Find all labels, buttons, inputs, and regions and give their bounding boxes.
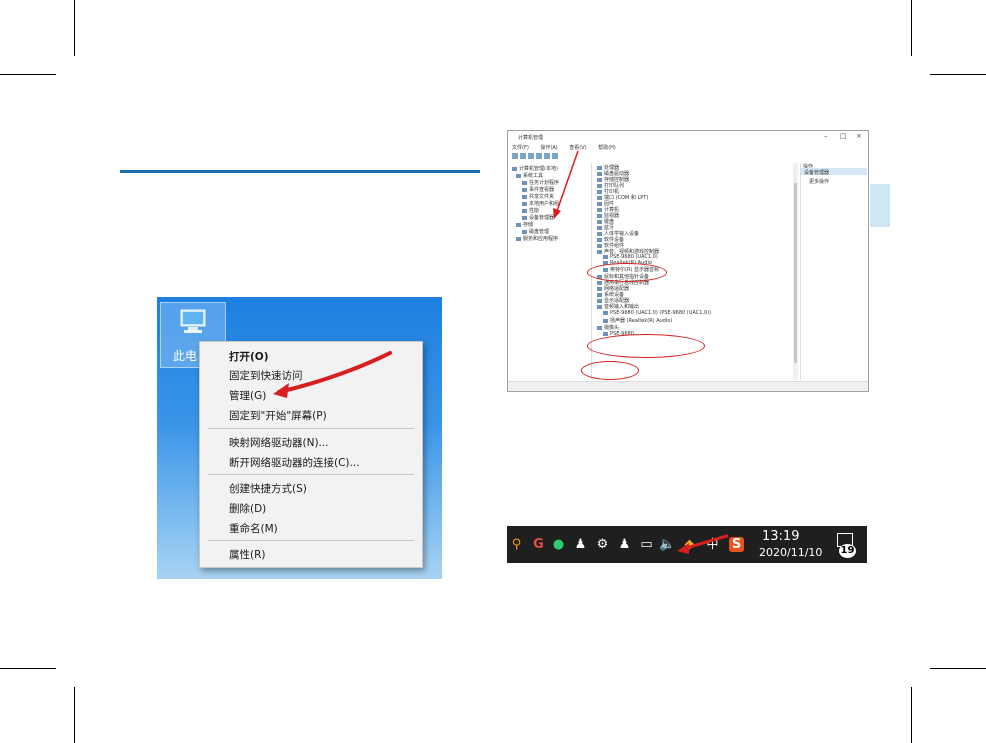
crop-mark	[74, 0, 75, 56]
section-rule	[120, 170, 480, 173]
crop-mark	[0, 74, 56, 75]
crop-mark	[911, 687, 912, 743]
side-tab	[870, 184, 890, 227]
red-arrow-annotation	[677, 534, 729, 554]
crop-mark	[74, 687, 75, 743]
red-arrow-annotation	[273, 351, 392, 398]
desktop-screenshot: 此电 打开(O) 固定到快速访问 管理(G) 固定到"开始"屏幕(P) 映射网络…	[157, 297, 442, 579]
crop-mark	[0, 668, 56, 669]
crop-mark	[930, 668, 986, 669]
red-arrow-annotation	[553, 150, 579, 219]
crop-mark	[930, 74, 986, 75]
taskbar: ⚲ G ● ♟ ⚙ ♟ ▭ 🔈 ◆ 中 S 13:19 2020/11/10 1…	[507, 526, 867, 563]
crop-mark	[911, 0, 912, 56]
device-manager-window: 计算机管理 – □ × 文件(F) 操作(A) 查看(V) 帮助(H) 计算机管…	[507, 130, 869, 392]
